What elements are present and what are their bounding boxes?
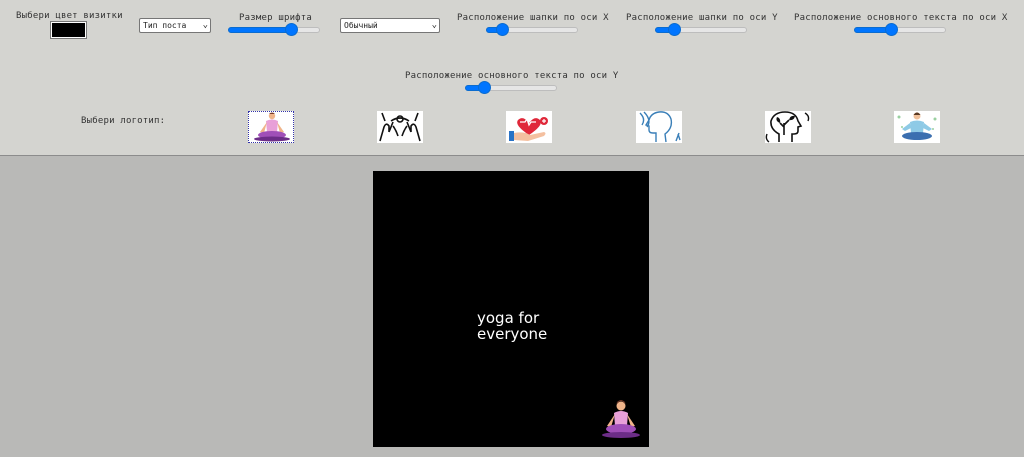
card-body-text: yoga for everyone: [477, 310, 597, 342]
mind-tree-icon: [765, 111, 810, 143]
yoga-pose-icon: [602, 400, 640, 438]
heart-care-icon: [509, 117, 548, 141]
font-size-slider[interactable]: [228, 23, 320, 36]
font-weight-select[interactable]: Обычный ⌄: [340, 18, 440, 33]
body-x-slider[interactable]: [854, 23, 946, 36]
business-card-preview: yoga for everyone: [373, 171, 649, 447]
header-x-label: Расположение шапки по оси X: [457, 13, 609, 23]
header-y-slider[interactable]: [655, 23, 747, 36]
body-y-label: Расположение основного текста по оси Y: [405, 71, 619, 81]
post-type-select[interactable]: Тип поста ⌄: [139, 18, 211, 33]
card-text-line-1: yoga for: [477, 309, 540, 327]
font-size-label: Размер шрифта: [239, 13, 313, 23]
logo-label: Выбери логотип:: [81, 116, 166, 126]
logo-option-head-profile[interactable]: [636, 111, 682, 143]
meditation-icon: [897, 112, 937, 140]
body-y-slider[interactable]: [465, 81, 557, 94]
slider-thumb[interactable]: [285, 23, 298, 36]
slider-thumb[interactable]: [668, 23, 681, 36]
logo-option-mind-tree[interactable]: [765, 111, 811, 143]
post-type-value: Тип поста: [143, 21, 187, 30]
chevron-down-icon: ⌄: [202, 20, 208, 30]
card-text-line-2: everyone: [477, 325, 548, 343]
body-x-label: Расположение основного текста по оси X: [794, 13, 1008, 23]
logo-option-heart-care[interactable]: [506, 111, 552, 143]
yoga-pose-icon: [254, 112, 290, 142]
logo-option-hands[interactable]: [377, 111, 423, 143]
header-x-slider[interactable]: [486, 23, 578, 36]
logo-option-meditation[interactable]: [894, 111, 940, 143]
slider-thumb[interactable]: [496, 23, 509, 36]
logo-option-yoga-pose[interactable]: [248, 111, 294, 143]
head-profile-icon: [639, 111, 681, 143]
header-y-label: Расположение шапки по оси Y: [626, 13, 778, 23]
chevron-down-icon: ⌄: [431, 20, 437, 30]
slider-thumb[interactable]: [478, 81, 491, 94]
controls-panel: Выбери цвет визитки Тип поста ⌄ Размер ш…: [0, 0, 1024, 156]
card-color-picker[interactable]: [50, 21, 87, 39]
slider-thumb[interactable]: [885, 23, 898, 36]
font-weight-value: Обычный: [344, 21, 378, 30]
card-color-label: Выбери цвет визитки: [16, 11, 123, 21]
hands-icon: [379, 112, 421, 142]
